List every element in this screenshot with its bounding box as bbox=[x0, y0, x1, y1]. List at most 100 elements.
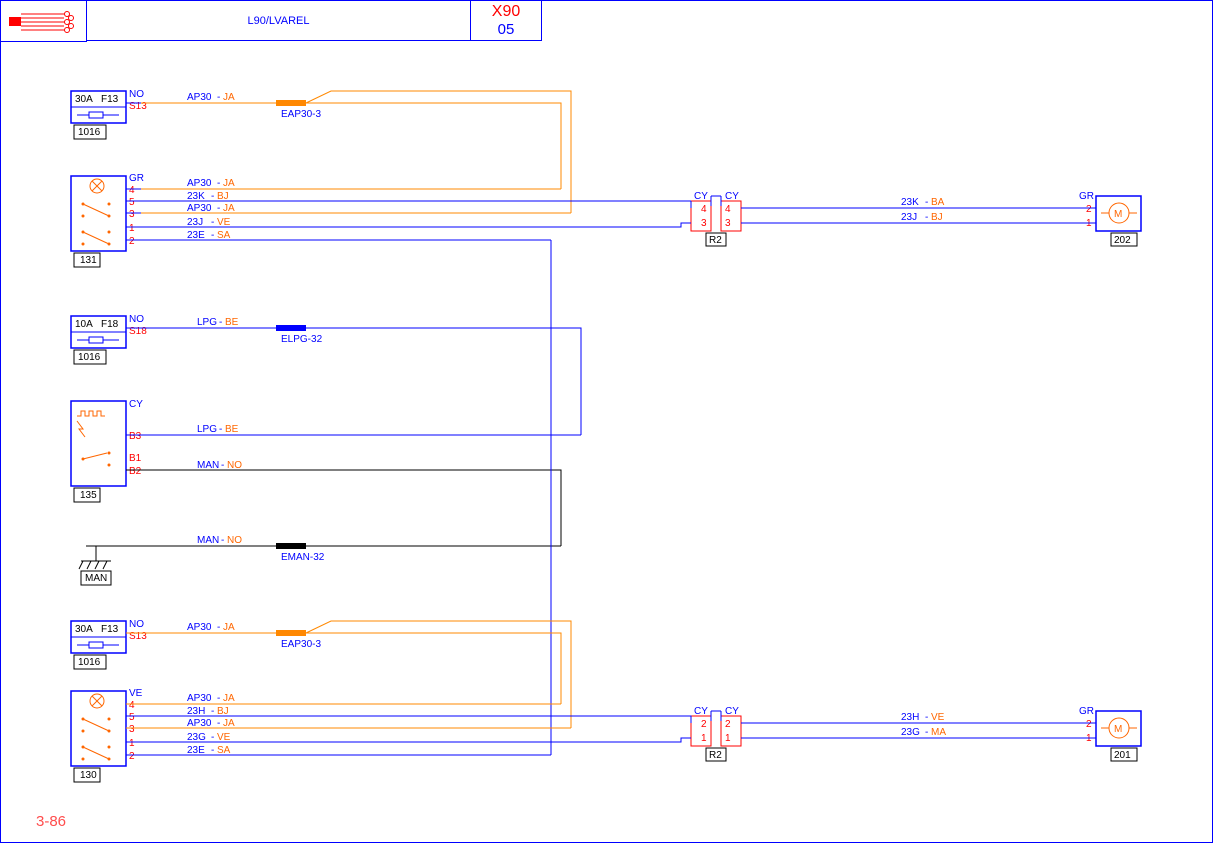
svg-text:EAP30-3: EAP30-3 bbox=[281, 109, 321, 120]
code-bot: 05 bbox=[498, 21, 515, 38]
svg-text:M: M bbox=[1114, 209, 1122, 220]
svg-text:JA: JA bbox=[223, 718, 235, 729]
svg-text:-: - bbox=[217, 178, 220, 189]
svg-text:JA: JA bbox=[223, 693, 235, 704]
svg-text:-: - bbox=[925, 197, 928, 208]
svg-text:MAN: MAN bbox=[197, 460, 219, 471]
svg-text:10A: 10A bbox=[75, 319, 93, 330]
svg-text:131: 131 bbox=[80, 255, 97, 266]
svg-text:LPG: LPG bbox=[197, 317, 217, 328]
svg-text:-: - bbox=[219, 317, 222, 328]
svg-text:B2: B2 bbox=[129, 466, 142, 477]
svg-text:-: - bbox=[221, 535, 224, 546]
svg-text:23E: 23E bbox=[187, 230, 205, 241]
svg-text:2: 2 bbox=[1086, 719, 1092, 730]
svg-text:CY: CY bbox=[694, 191, 708, 202]
svg-text:CY: CY bbox=[129, 399, 143, 410]
svg-text:23J: 23J bbox=[187, 217, 203, 228]
svg-text:-: - bbox=[925, 712, 928, 723]
component-135: 135 CY B3 B1 B2 bbox=[71, 399, 143, 502]
svg-text:135: 135 bbox=[80, 490, 97, 501]
component-202: M 202 GR 2 1 bbox=[1079, 191, 1141, 246]
svg-text:23G: 23G bbox=[901, 727, 920, 738]
svg-text:4: 4 bbox=[129, 185, 135, 196]
svg-text:VE: VE bbox=[217, 732, 231, 743]
svg-text:CY: CY bbox=[725, 706, 739, 717]
ground-man: MAN bbox=[79, 546, 111, 585]
svg-text:AP30: AP30 bbox=[187, 693, 212, 704]
svg-text:B3: B3 bbox=[129, 431, 142, 442]
svg-text:NO: NO bbox=[227, 460, 242, 471]
fuse-box-3: 30A F13 1016 NO S13 bbox=[71, 619, 147, 669]
svg-text:1: 1 bbox=[701, 733, 707, 744]
svg-text:AP30: AP30 bbox=[187, 178, 212, 189]
svg-text:1: 1 bbox=[129, 738, 135, 749]
svg-text:F18: F18 bbox=[101, 319, 119, 330]
svg-text:JA: JA bbox=[223, 622, 235, 633]
code-cell: X90 05 bbox=[471, 1, 542, 41]
svg-text:B1: B1 bbox=[129, 453, 142, 464]
svg-text:LPG: LPG bbox=[197, 424, 217, 435]
svg-text:CY: CY bbox=[725, 191, 739, 202]
svg-text:2: 2 bbox=[725, 719, 731, 730]
svg-text:BE: BE bbox=[225, 424, 239, 435]
svg-text:23H: 23H bbox=[901, 712, 919, 723]
svg-text:-: - bbox=[217, 92, 220, 103]
svg-text:30A: 30A bbox=[75, 94, 93, 105]
svg-text:CY: CY bbox=[694, 706, 708, 717]
svg-text:4: 4 bbox=[725, 204, 731, 215]
svg-text:MAN: MAN bbox=[197, 535, 219, 546]
connector-r2-top: CY CY 4 3 4 3 R2 bbox=[691, 191, 741, 246]
svg-text:MA: MA bbox=[931, 727, 946, 738]
svg-text:F13: F13 bbox=[101, 94, 119, 105]
connector-r2-bottom: CY CY 2 1 2 1 R2 bbox=[691, 706, 741, 761]
component-201: M 201 GR 2 1 bbox=[1079, 706, 1141, 761]
svg-text:23E: 23E bbox=[187, 745, 205, 756]
svg-text:VE: VE bbox=[931, 712, 945, 723]
svg-text:SA: SA bbox=[217, 745, 231, 756]
svg-text:-: - bbox=[217, 693, 220, 704]
svg-text:EMAN-32: EMAN-32 bbox=[281, 552, 325, 563]
svg-text:23J: 23J bbox=[901, 212, 917, 223]
svg-text:NO: NO bbox=[129, 619, 144, 630]
svg-text:ELPG-32: ELPG-32 bbox=[281, 334, 323, 345]
svg-text:BJ: BJ bbox=[217, 191, 229, 202]
svg-text:-: - bbox=[211, 217, 214, 228]
svg-text:-: - bbox=[211, 191, 214, 202]
svg-text:AP30: AP30 bbox=[187, 92, 212, 103]
svg-text:JA: JA bbox=[223, 178, 235, 189]
svg-text:3: 3 bbox=[725, 218, 731, 229]
svg-text:NO: NO bbox=[227, 535, 242, 546]
svg-text:-: - bbox=[211, 745, 214, 756]
svg-text:5: 5 bbox=[129, 197, 135, 208]
svg-text:-: - bbox=[211, 706, 214, 717]
svg-text:3: 3 bbox=[701, 218, 707, 229]
svg-text:VE: VE bbox=[129, 688, 143, 699]
svg-text:BE: BE bbox=[225, 317, 239, 328]
diagram-svg: 30A F13 1016 NO S13 bbox=[1, 41, 1213, 841]
svg-text:NO: NO bbox=[129, 89, 144, 100]
component-130: 130 VE 4 5 3 1 2 bbox=[71, 688, 143, 782]
svg-text:NO: NO bbox=[129, 314, 144, 325]
svg-text:R2: R2 bbox=[709, 235, 722, 246]
svg-text:1: 1 bbox=[725, 733, 731, 744]
fuse-box-2: 10A F18 1016 NO S18 bbox=[71, 314, 147, 364]
page-number: 3-86 bbox=[36, 813, 66, 830]
svg-text:AP30: AP30 bbox=[187, 718, 212, 729]
svg-text:SA: SA bbox=[217, 230, 231, 241]
svg-text:-: - bbox=[211, 230, 214, 241]
svg-text:M: M bbox=[1114, 724, 1122, 735]
svg-text:GR: GR bbox=[129, 173, 144, 184]
svg-text:2: 2 bbox=[701, 719, 707, 730]
svg-text:MAN: MAN bbox=[85, 573, 107, 584]
svg-text:4: 4 bbox=[129, 700, 135, 711]
title-cell: L90/LVAREL bbox=[87, 1, 471, 41]
svg-text:30A: 30A bbox=[75, 624, 93, 635]
svg-text:130: 130 bbox=[80, 770, 97, 781]
svg-text:GR: GR bbox=[1079, 191, 1094, 202]
svg-text:1016: 1016 bbox=[78, 127, 101, 138]
svg-text:3: 3 bbox=[129, 209, 135, 220]
svg-text:-: - bbox=[925, 727, 928, 738]
svg-text:1: 1 bbox=[129, 223, 135, 234]
svg-text:-: - bbox=[211, 732, 214, 743]
